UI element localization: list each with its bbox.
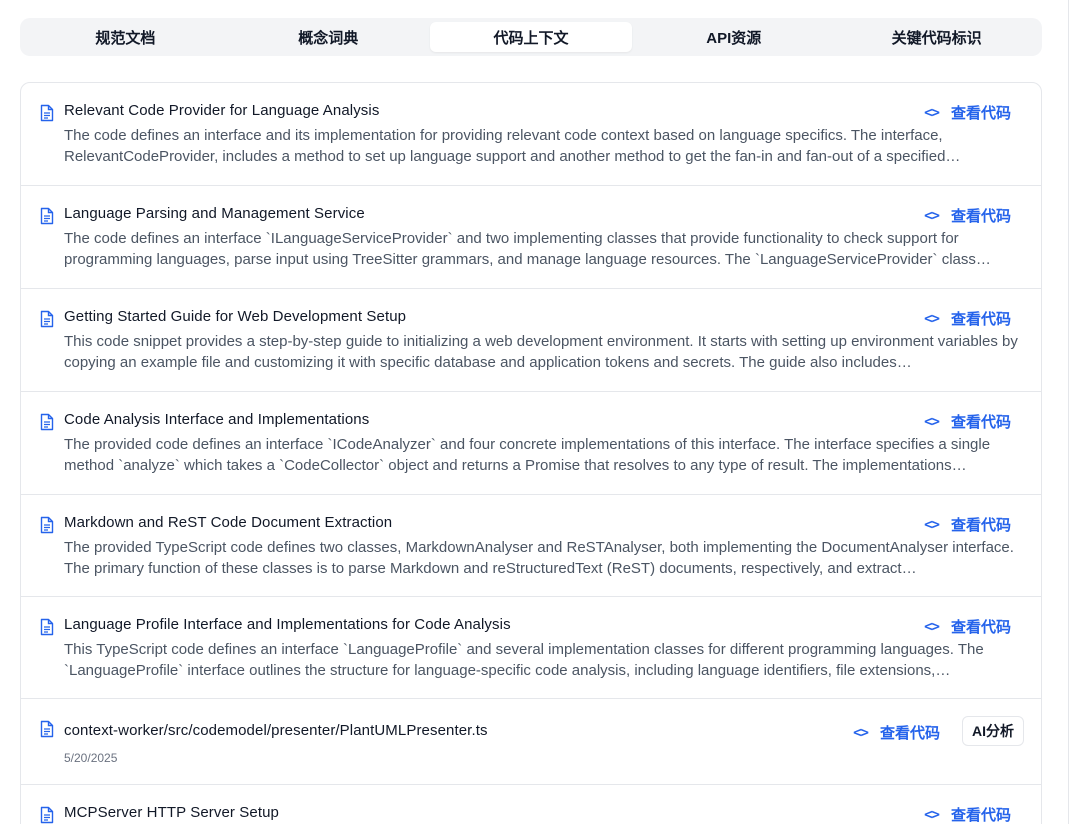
ai-analysis-button[interactable]: AI分析 (962, 716, 1024, 746)
view-code-button[interactable]: <> 查看代码 (924, 205, 1011, 226)
view-code-label: 查看代码 (950, 807, 1011, 824)
document-icon (39, 720, 55, 738)
results-list: Relevant Code Provider for Language Anal… (20, 82, 1042, 824)
result-title[interactable]: Code Analysis Interface and Implementati… (64, 411, 369, 428)
view-code-label: 查看代码 (879, 725, 940, 742)
code-brackets-icon: <> (924, 618, 940, 635)
result-item: Markdown and ReST Code Document Extracti… (21, 495, 1041, 597)
result-title[interactable]: Language Parsing and Management Service (64, 205, 365, 222)
scrollbar-track[interactable] (1068, 0, 1069, 824)
code-brackets-icon: <> (924, 104, 940, 121)
view-code-button[interactable]: <> 查看代码 (924, 804, 1011, 824)
result-date: 5/20/2025 (64, 751, 118, 765)
code-brackets-icon: <> (924, 806, 940, 823)
result-file-path[interactable]: context-worker/src/codemodel/presenter/P… (64, 722, 488, 739)
tab-code-context[interactable]: 代码上下文 (429, 22, 633, 52)
view-code-button[interactable]: <> 查看代码 (924, 308, 1011, 329)
tab-concept-dictionary[interactable]: 概念词典 (227, 22, 430, 52)
tab-spec-docs[interactable]: 规范文档 (24, 22, 227, 52)
result-item: Language Parsing and Management Service … (21, 186, 1041, 289)
view-code-button[interactable]: <> 查看代码 (924, 514, 1011, 535)
result-title[interactable]: MCPServer HTTP Server Setup (64, 804, 279, 821)
tab-api-resources[interactable]: API资源 (632, 22, 835, 52)
result-title[interactable]: Markdown and ReST Code Document Extracti… (64, 514, 392, 531)
document-icon (39, 104, 55, 122)
result-description: This code snippet provides a step-by-ste… (64, 333, 1018, 371)
result-description: This TypeScript code defines an interfac… (64, 641, 984, 679)
view-code-button[interactable]: <> 查看代码 (924, 616, 1011, 637)
result-description: The code defines an interface `ILanguage… (64, 230, 991, 268)
result-description: The provided TypeScript code defines two… (64, 539, 1014, 577)
document-icon (39, 516, 55, 534)
document-icon (39, 310, 55, 328)
result-title[interactable]: Relevant Code Provider for Language Anal… (64, 102, 379, 119)
code-brackets-icon: <> (924, 310, 940, 327)
view-code-label: 查看代码 (950, 517, 1011, 534)
view-code-label: 查看代码 (950, 414, 1011, 431)
view-code-label: 查看代码 (950, 311, 1011, 328)
view-code-label: 查看代码 (950, 208, 1011, 225)
code-brackets-icon: <> (853, 724, 869, 741)
view-code-label: 查看代码 (950, 105, 1011, 122)
result-item: context-worker/src/codemodel/presenter/P… (21, 699, 1041, 785)
code-brackets-icon: <> (924, 516, 940, 533)
result-item: Getting Started Guide for Web Developmen… (21, 289, 1041, 392)
result-item: MCPServer HTTP Server Setup <> 查看代码 (21, 785, 1041, 824)
view-code-button[interactable]: <> 查看代码 (924, 102, 1011, 123)
result-item: Language Profile Interface and Implement… (21, 597, 1041, 699)
result-description: The code defines an interface and its im… (64, 127, 961, 165)
document-icon (39, 618, 55, 636)
result-title[interactable]: Language Profile Interface and Implement… (64, 616, 511, 633)
document-icon (39, 806, 55, 824)
view-code-label: 查看代码 (950, 619, 1011, 636)
tab-key-code-identifiers[interactable]: 关键代码标识 (835, 22, 1038, 52)
document-icon (39, 207, 55, 225)
tab-bar: 规范文档 概念词典 代码上下文 API资源 关键代码标识 (20, 18, 1042, 56)
code-brackets-icon: <> (924, 207, 940, 224)
result-title[interactable]: Getting Started Guide for Web Developmen… (64, 308, 406, 325)
result-description: The provided code defines an interface `… (64, 436, 991, 474)
view-code-button[interactable]: <> 查看代码 (853, 722, 940, 743)
result-item: Relevant Code Provider for Language Anal… (21, 83, 1041, 186)
code-brackets-icon: <> (924, 413, 940, 430)
document-icon (39, 413, 55, 431)
result-item: Code Analysis Interface and Implementati… (21, 392, 1041, 495)
view-code-button[interactable]: <> 查看代码 (924, 411, 1011, 432)
